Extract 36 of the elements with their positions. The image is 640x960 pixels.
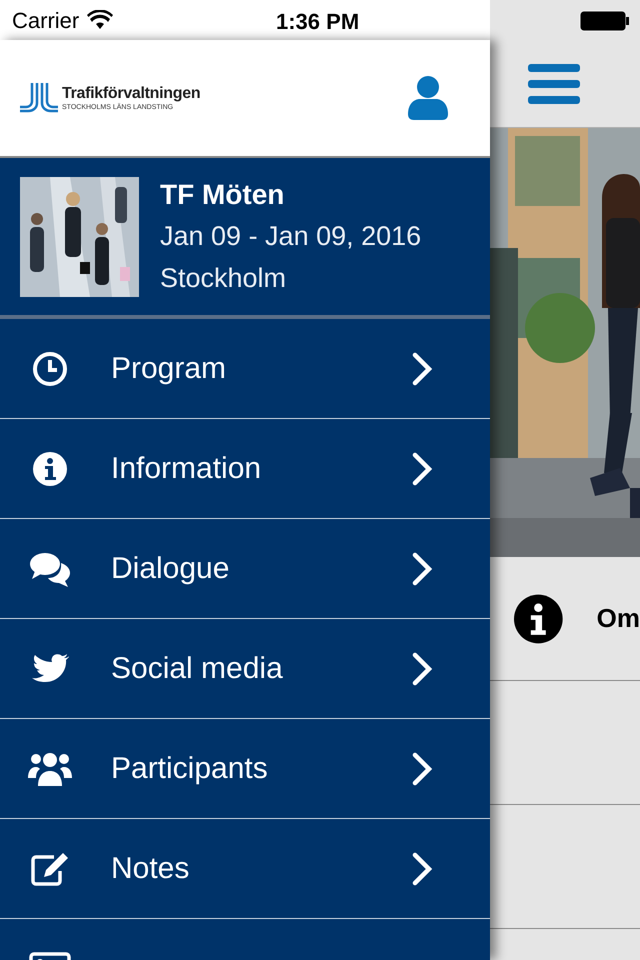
info-icon [514,592,563,644]
clock-icon [32,350,68,386]
menu-item[interactable]: Notes [0,819,490,919]
chevron-right-icon [411,352,433,386]
event-location: Stockholm [160,262,288,294]
menu-icon[interactable] [528,62,580,106]
chevron-right-icon [411,752,433,786]
menu-label: Information [111,451,262,487]
chevron-right-icon [411,652,433,686]
wifi-icon [87,10,114,30]
bird-icon [30,652,68,684]
logo-mark-icon [20,83,58,113]
edit-icon [30,850,70,886]
carrier-label: Carrier [12,6,80,34]
status-time: 1:36 PM [276,8,360,36]
user-icon[interactable] [408,76,448,120]
chevron-right-icon [411,552,433,586]
event-title: TF Möten [160,178,286,212]
menu-label: Dialogue [111,551,230,587]
battery-icon [580,11,630,31]
row-label: Om [596,602,640,635]
menu-label: Program [111,351,228,387]
menu-label: Notes [111,851,190,887]
menu-item[interactable]: Program [0,319,490,419]
chat-icon [28,550,70,586]
menu-item[interactable]: Social media [0,619,490,719]
menu-label: Social media [111,651,284,687]
event-dates: Jan 09 - Jan 09, 2016 [160,220,422,252]
menu-item[interactable]: Information [0,419,490,519]
info-icon [32,450,68,486]
menu-item[interactable]: Dialogue [0,519,490,619]
chevron-right-icon [411,452,433,486]
menu-label: Participants [111,751,269,787]
logo-name: Trafikförvaltningen [62,86,200,102]
menu-item[interactable]: Participants [0,719,490,819]
chevron-right-icon [411,852,433,886]
